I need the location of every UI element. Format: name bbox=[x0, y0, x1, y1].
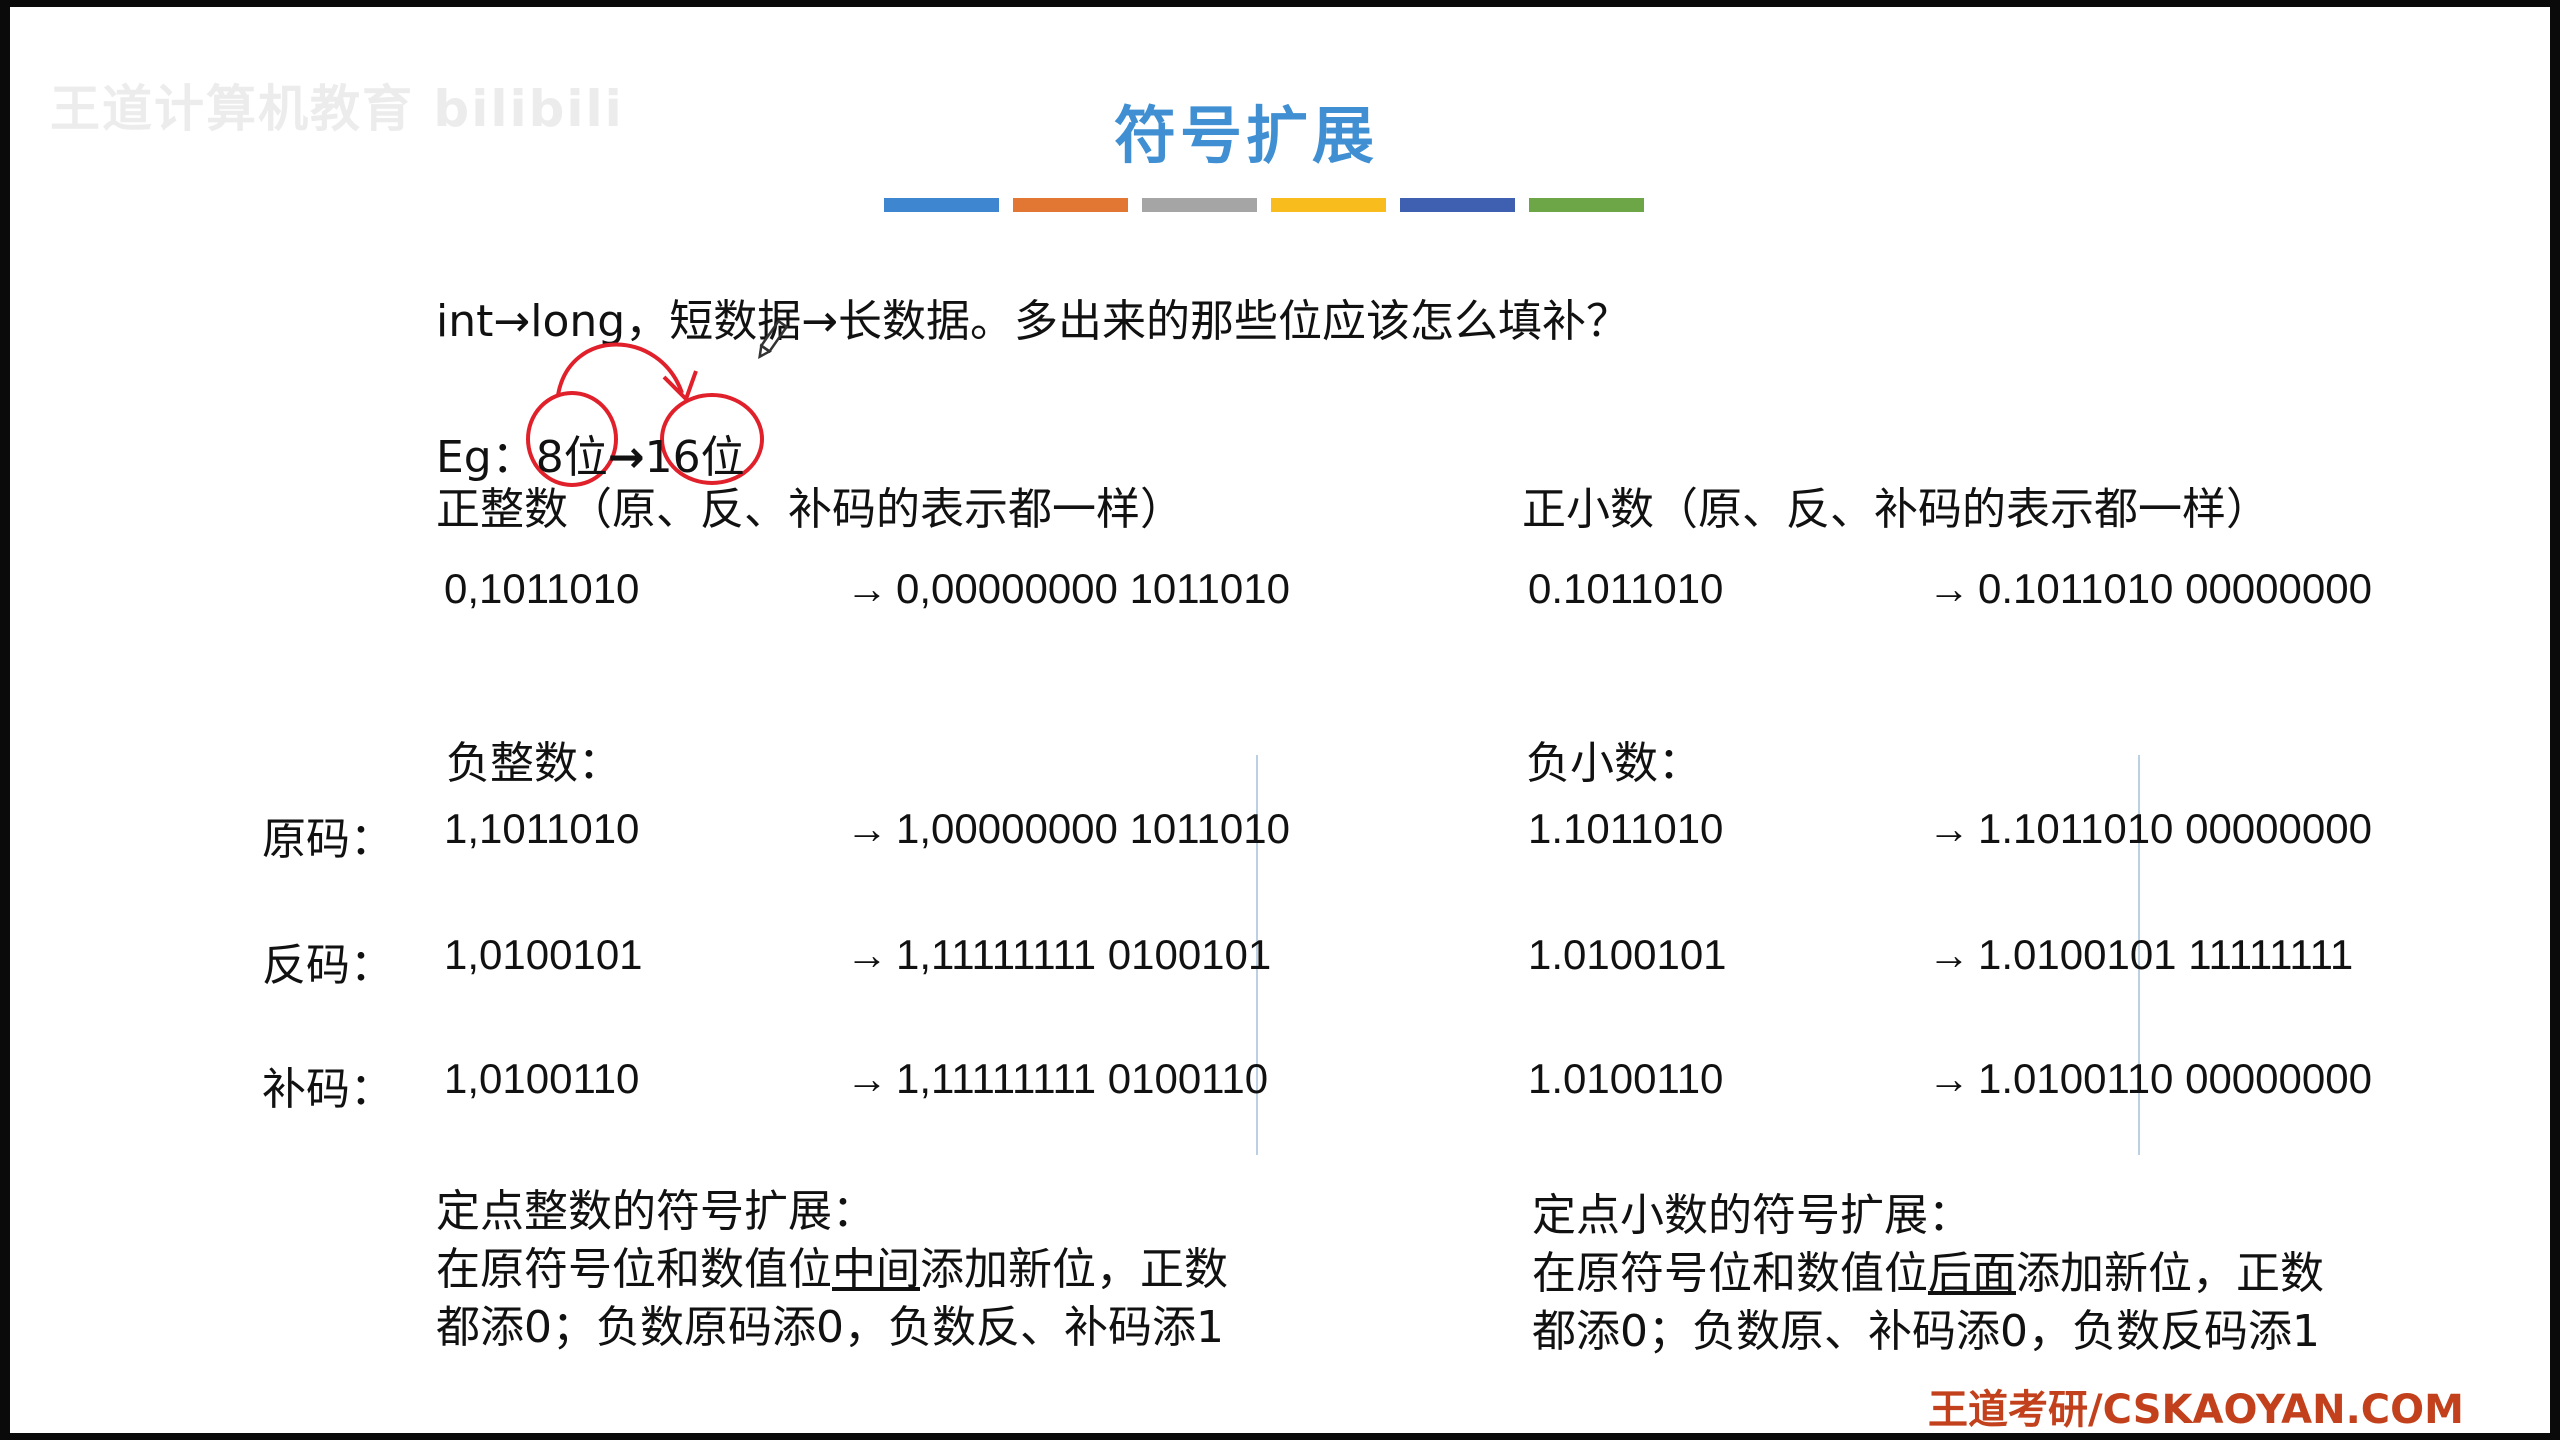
neg-frac-to: 1.1011010 00000000 bbox=[1978, 805, 2372, 852]
row-label-sign-magnitude: 原码： bbox=[262, 814, 394, 865]
neg-frac-from: 1.1011010 bbox=[1528, 805, 1724, 852]
arrow-icon: → bbox=[846, 1055, 888, 1102]
summary-int-line2: 都添0；负数原码添0，负数反、补码添1 bbox=[436, 1302, 1224, 1353]
neg-int-to: 1,11111111 0100110 bbox=[896, 1055, 1269, 1102]
curved-arrow bbox=[556, 342, 684, 396]
neg-int-to: 1,00000000 1011010 bbox=[896, 805, 1290, 852]
summary-int: 定点整数的符号扩展： 在原符号位和数值位中间添加新位，正数 都添0；负数原码添0… bbox=[436, 1183, 1228, 1357]
arrow-icon: → bbox=[1928, 805, 1970, 852]
positive-frac-heading: 正小数（原、反、补码的表示都一样） bbox=[1522, 484, 2270, 535]
arrow-icon: → bbox=[846, 931, 888, 978]
summary-frac-heading: 定点小数的符号扩展： bbox=[1532, 1190, 1972, 1241]
positive-frac-from: 0.1011010 bbox=[1528, 565, 1724, 612]
summary-frac-line2: 都添0；负数原、补码添0，负数反码添1 bbox=[1532, 1306, 2320, 1357]
neg-frac-to: 1.0100110 00000000 bbox=[1978, 1055, 2372, 1102]
neg-int-to-line: → 1,11111111 0100110 bbox=[846, 1055, 1268, 1103]
arrow-icon: → bbox=[1928, 565, 1970, 612]
summary-int-line1: 在原符号位和数值位中间添加新位，正数 bbox=[436, 1241, 1228, 1299]
summary-underlined: 后面 bbox=[1928, 1248, 2016, 1299]
row-label-ones-complement: 反码： bbox=[262, 940, 394, 991]
footer-brand: 王道考研/CSKAOYAN.COM bbox=[1928, 1387, 2464, 1433]
summary-text: 在原符号位和数值位 bbox=[436, 1244, 832, 1295]
positive-int-from: 0,1011010 bbox=[444, 565, 640, 612]
neg-frac-to-line: → 1.1011010 00000000 bbox=[1928, 805, 2372, 853]
row-label-twos-complement: 补码： bbox=[262, 1064, 394, 1115]
summary-frac-line1: 在原符号位和数值位后面添加新位，正数 bbox=[1532, 1245, 2324, 1303]
neg-int-from: 1,1011010 bbox=[444, 805, 640, 852]
neg-int-to-line: → 1,00000000 1011010 bbox=[846, 805, 1290, 853]
summary-frac: 定点小数的符号扩展： 在原符号位和数值位后面添加新位，正数 都添0；负数原、补码… bbox=[1532, 1187, 2324, 1361]
neg-frac-from: 1.0100101 bbox=[1528, 931, 1727, 978]
neg-frac-to: 1.0100101 11111111 bbox=[1978, 931, 2354, 978]
positive-int-to: 0,00000000 1011010 bbox=[896, 565, 1290, 612]
neg-int-from: 1,0100101 bbox=[444, 931, 643, 978]
summary-text: 在原符号位和数值位 bbox=[1532, 1248, 1928, 1299]
summary-int-heading: 定点整数的符号扩展： bbox=[436, 1186, 876, 1237]
summary-text: 添加新位，正数 bbox=[920, 1244, 1228, 1295]
neg-frac-to-line: → 1.0100101 11111111 bbox=[1928, 931, 2353, 979]
summary-underlined: 中间 bbox=[832, 1244, 920, 1295]
arrow-icon: → bbox=[846, 805, 888, 852]
slide: 王道计算机教育 bilibili 符号扩展 int→long，短数据→长数据。多… bbox=[10, 7, 2550, 1433]
neg-int-from: 1,0100110 bbox=[444, 1055, 640, 1102]
neg-frac-to-line: → 1.0100110 00000000 bbox=[1928, 1055, 2372, 1103]
positive-frac-to: 0.1011010 00000000 bbox=[1978, 565, 2372, 612]
neg-int-to: 1,11111111 0100101 bbox=[896, 931, 1272, 978]
negative-int-heading: 负整数： bbox=[446, 738, 622, 789]
summary-text: 添加新位，正数 bbox=[2016, 1248, 2324, 1299]
positive-frac-to-line: → 0.1011010 00000000 bbox=[1928, 565, 2372, 613]
pen-cursor-icon bbox=[758, 319, 789, 360]
arrow-icon: → bbox=[1928, 931, 1970, 978]
arrow-icon: → bbox=[846, 565, 888, 612]
arrow-icon: → bbox=[1928, 1055, 1970, 1102]
neg-int-to-line: → 1,11111111 0100101 bbox=[846, 931, 1271, 979]
positive-int-heading: 正整数（原、反、补码的表示都一样） bbox=[436, 484, 1184, 535]
neg-frac-from: 1.0100110 bbox=[1528, 1055, 1724, 1102]
positive-int-to-line: → 0,00000000 1011010 bbox=[846, 565, 1290, 613]
negative-frac-heading: 负小数： bbox=[1526, 738, 1702, 789]
